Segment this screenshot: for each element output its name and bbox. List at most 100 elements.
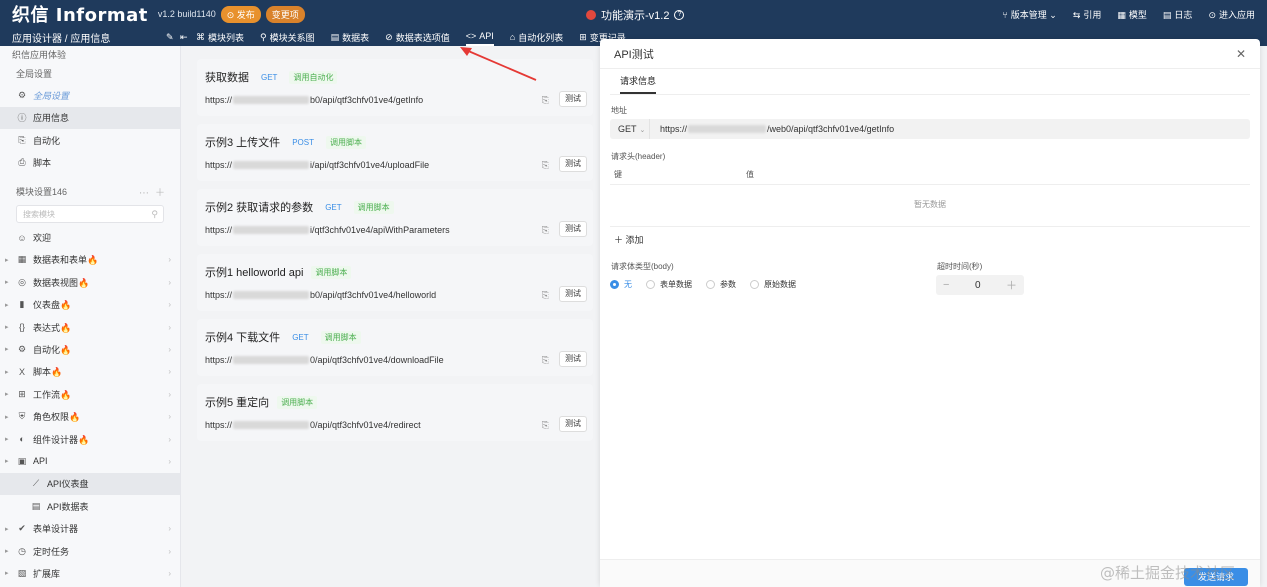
- expand-caret-icon[interactable]: ▸: [5, 345, 9, 353]
- expand-caret-icon[interactable]: ▸: [5, 525, 9, 533]
- radio-circle[interactable]: [750, 280, 759, 289]
- radio-circle[interactable]: [706, 280, 715, 289]
- sidebar-module[interactable]: ▸ ▣ API ›: [0, 450, 180, 472]
- api-card[interactable]: 示例5 重定向 调用脚本 https:// 0/api/qtf3chfv01ve4/r…: [197, 384, 593, 441]
- sidebar-item-3[interactable]: ⎙ 脚本: [0, 152, 180, 174]
- expand-caret-icon[interactable]: ▸: [5, 390, 9, 398]
- nav-enter-app[interactable]: ⊙ 进入应用: [1208, 8, 1255, 21]
- sidebar-module[interactable]: ▸ ◷ 定时任务 ›: [0, 540, 180, 562]
- api-test-panel: API测试 ✕ 请求信息 地址 GET ⌄ https:// /web0/api/…: [600, 39, 1260, 587]
- help-icon[interactable]: ?: [674, 10, 685, 20]
- sidebar-item-0[interactable]: ⚙ 全局设置: [0, 84, 180, 106]
- sidebar-module[interactable]: ▸ {} 表达式🔥 ›: [0, 316, 180, 338]
- body-type-label: 请求体类型(body): [611, 262, 674, 271]
- nav-log[interactable]: ▤ 日志: [1163, 8, 1193, 21]
- add-header-button[interactable]: ＋ 添加: [614, 233, 644, 246]
- test-button[interactable]: 测试: [559, 156, 587, 172]
- test-button[interactable]: 测试: [559, 351, 587, 367]
- module-icon: ⟋: [32, 478, 40, 489]
- method-select[interactable]: GET ⌄: [610, 119, 650, 139]
- copy-icon[interactable]: ⎘: [542, 95, 549, 106]
- module-label: 仪表盘🔥: [33, 300, 72, 311]
- collapse-sidebar-icon[interactable]: ⇤: [180, 32, 190, 43]
- increment-button[interactable]: ＋: [1006, 277, 1017, 293]
- api-card[interactable]: 示例1 helloworld api 调用脚本 https:// b0/api/qtf…: [197, 254, 593, 311]
- body-type-option[interactable]: 原始数据: [750, 279, 796, 290]
- sidebar-module[interactable]: ▸ ⛨ 角色权限🔥 ›: [0, 405, 180, 427]
- copy-icon[interactable]: ⎘: [542, 420, 549, 431]
- redacted-host: [233, 291, 310, 299]
- sidebar-module[interactable]: ▸ X 脚本🔥 ›: [0, 361, 180, 383]
- url-prefix: https://: [205, 225, 233, 235]
- module-search-input[interactable]: 搜索模块 ⚲: [16, 205, 164, 224]
- radio-circle[interactable]: [646, 280, 655, 289]
- expand-caret-icon[interactable]: ▸: [5, 413, 9, 421]
- nav-link[interactable]: ⇆ 引用: [1073, 8, 1102, 21]
- api-card[interactable]: 示例3 上传文件 POST 调用脚本 https:// i/api/qtf3chfv01…: [197, 124, 593, 181]
- timeout-value[interactable]: 0: [975, 280, 981, 291]
- publish-button[interactable]: ⊙ 发布: [220, 5, 261, 23]
- expand-caret-icon[interactable]: ▸: [5, 547, 9, 555]
- test-button[interactable]: 测试: [559, 286, 587, 302]
- sidebar-module[interactable]: ▸ ◐ 组件设计器🔥 ›: [0, 428, 180, 450]
- nav-model[interactable]: ▦ 模型: [1117, 8, 1147, 21]
- expand-caret-icon[interactable]: ▸: [5, 256, 9, 264]
- tab-request-info[interactable]: 请求信息: [620, 74, 657, 94]
- expand-caret-icon[interactable]: ▸: [5, 435, 9, 443]
- tab-0[interactable]: ⌘ 模块列表: [196, 28, 244, 46]
- tab-3[interactable]: ⊘ 数据表选项值: [385, 28, 450, 46]
- copy-icon[interactable]: ⎘: [542, 355, 549, 366]
- sidebar-module[interactable]: ⟋ API仪表盘: [0, 472, 180, 496]
- test-button[interactable]: 测试: [559, 416, 587, 432]
- sidebar-item-1[interactable]: ⓘ 应用信息: [0, 106, 180, 130]
- api-card-header: 示例2 获取请求的参数 GET 调用脚本: [205, 199, 585, 215]
- sidebar-module[interactable]: ▸ ⚙ 自动化🔥 ›: [0, 338, 180, 360]
- sidebar-module[interactable]: ▸ ⊞ 工作流🔥 ›: [0, 383, 180, 405]
- body-type-option[interactable]: 无: [610, 279, 632, 290]
- search-icon: ⚲: [151, 208, 158, 219]
- test-button[interactable]: 测试: [559, 221, 587, 237]
- expand-caret-icon[interactable]: ▸: [5, 368, 9, 376]
- body-type-option[interactable]: 表单数据: [646, 279, 692, 290]
- module-actions[interactable]: ⋯＋: [139, 184, 171, 199]
- expand-caret-icon[interactable]: ▸: [5, 569, 9, 577]
- expand-caret-icon[interactable]: ▸: [5, 278, 9, 286]
- sidebar-item-2[interactable]: ⎘ 自动化: [0, 129, 180, 151]
- nav-branch[interactable]: ⑂ 版本管理 ⌄: [1002, 8, 1056, 21]
- url-value[interactable]: https:// /web0/api/qtf3chfv01ve4/getInfo: [650, 124, 894, 134]
- test-button[interactable]: 测试: [559, 91, 587, 107]
- sidebar-module[interactable]: ▸ ▦ 数据表和表单🔥 ›: [0, 249, 180, 271]
- sidebar-module[interactable]: ▸ ◎ 数据表视图🔥 ›: [0, 271, 180, 293]
- module-search-placeholder: 搜索模块: [23, 209, 55, 219]
- sidebar-module[interactable]: ▸ ▮ 仪表盘🔥 ›: [0, 294, 180, 316]
- close-icon[interactable]: ✕: [1236, 47, 1246, 61]
- decrement-button[interactable]: −: [943, 279, 949, 291]
- copy-icon[interactable]: ⎘: [542, 225, 549, 236]
- sidebar-module[interactable]: ▸ ✔ 表单设计器 ›: [0, 517, 180, 539]
- timeout-stepper[interactable]: − 0 ＋: [936, 275, 1024, 295]
- sidebar-module[interactable]: ☺ 欢迎: [0, 226, 180, 248]
- tab-1[interactable]: ⚲ 模块关系图: [260, 28, 315, 46]
- copy-icon[interactable]: ⎘: [542, 160, 549, 171]
- changes-button[interactable]: 变更项: [265, 5, 305, 23]
- expand-caret-icon[interactable]: ▸: [5, 323, 9, 331]
- url-suffix: b0/api/qtf3chfv01ve4/helloworld: [310, 290, 437, 300]
- link-icon: ⇆: [1072, 9, 1081, 20]
- expand-caret-icon[interactable]: ▸: [5, 301, 9, 309]
- api-card[interactable]: 示例4 下载文件 GET 调用脚本 https:// 0/api/qtf3chfv01v…: [197, 319, 593, 376]
- api-card[interactable]: 示例2 获取请求的参数 GET 调用脚本 https:// i/qtf3chfv01ve…: [197, 189, 593, 246]
- top-bar: 织信 Informat v1.2 build1140 ⊙ 发布 变更项 功能演示…: [0, 0, 1267, 28]
- copy-icon[interactable]: ⎘: [542, 290, 549, 301]
- chevron-right-icon: ›: [168, 412, 171, 422]
- expand-caret-icon[interactable]: ▸: [5, 457, 9, 465]
- chevron-right-icon: ›: [168, 568, 171, 578]
- body-type-option[interactable]: 参数: [706, 279, 736, 290]
- redacted-host: [233, 161, 310, 169]
- url-input[interactable]: GET ⌄ https:// /web0/api/qtf3chfv01ve4/ge…: [610, 119, 1250, 139]
- tab-2[interactable]: ▤ 数据表: [331, 28, 370, 46]
- annotation-arrow: [460, 47, 537, 81]
- sidebar-module[interactable]: ▸ ▧ 扩展库 ›: [0, 562, 180, 584]
- edit-icon[interactable]: ✎: [166, 32, 176, 43]
- sidebar-module[interactable]: ▤ API数据表: [0, 495, 180, 517]
- radio-circle[interactable]: [610, 280, 619, 289]
